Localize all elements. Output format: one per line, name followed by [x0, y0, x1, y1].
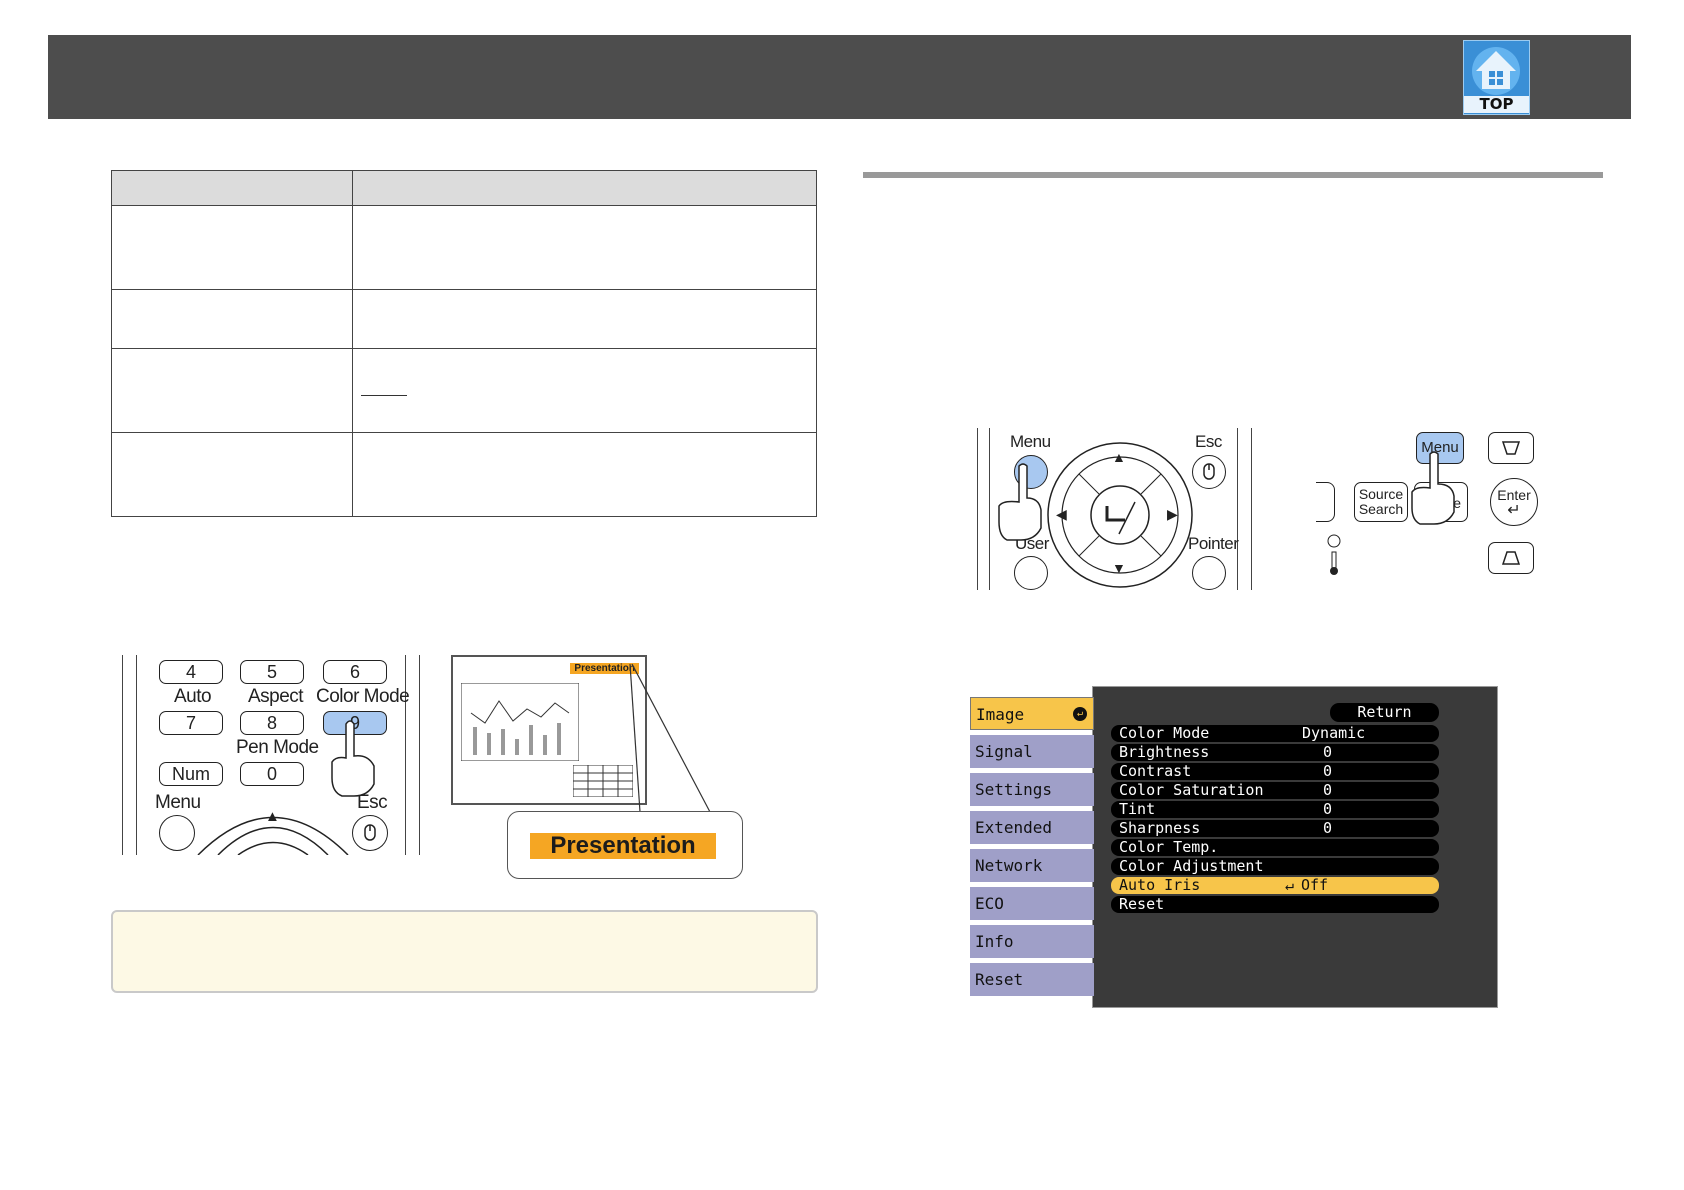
row-name: Color Adjustment	[1119, 857, 1264, 875]
section-divider	[863, 172, 1603, 178]
aspect-label: Aspect	[248, 686, 304, 707]
pointing-hand-icon	[998, 463, 1042, 541]
right-arrow-icon: ▶	[1167, 506, 1178, 522]
projected-screen-preview: Presentation	[451, 655, 647, 805]
row-value: 0	[1323, 762, 1333, 780]
table-header-row	[111, 170, 817, 206]
key-7[interactable]: 7	[159, 711, 223, 735]
key-4[interactable]: 4	[159, 660, 223, 684]
tab-eco[interactable]: ECO	[970, 887, 1094, 920]
key-5[interactable]: 5	[240, 660, 304, 684]
row-value: 0	[1323, 819, 1333, 837]
note-box	[111, 910, 818, 993]
down-arrow-icon: ▼	[1112, 560, 1126, 576]
pointing-hand-icon	[1411, 451, 1455, 525]
key-8[interactable]: 8	[240, 711, 304, 735]
menu-row-reset[interactable]: Reset	[1111, 896, 1439, 913]
enter-label: Enter	[1497, 487, 1531, 503]
return-button[interactable]: Return	[1330, 703, 1439, 722]
row-name: Brightness	[1119, 743, 1210, 761]
row-name: Color Temp.	[1119, 838, 1219, 856]
tab-info[interactable]: Info	[970, 925, 1094, 958]
tab-network[interactable]: Network	[970, 849, 1094, 882]
menu-row-contrast[interactable]: Contrast 0	[1111, 763, 1439, 780]
mouse-icon	[1203, 463, 1215, 480]
menu-row-color-saturation[interactable]: Color Saturation 0	[1111, 782, 1439, 799]
underline-mark	[361, 395, 407, 396]
tab-reset[interactable]: Reset	[970, 963, 1094, 996]
pointer-button[interactable]	[1192, 556, 1226, 590]
row-name: Color Mode	[1119, 724, 1210, 742]
temp-indicator-icon	[1327, 534, 1341, 575]
sample-chart-image	[461, 683, 579, 761]
tab-settings[interactable]: Settings	[970, 773, 1094, 806]
pointer-label: Pointer	[1188, 534, 1239, 553]
keystone-down-icon	[1501, 551, 1521, 565]
menu-row-color-temp[interactable]: Color Temp.	[1111, 839, 1439, 856]
keystone-down-button[interactable]	[1488, 542, 1534, 574]
enter-button[interactable]: Enter ↵	[1490, 478, 1538, 526]
esc-button-right[interactable]	[1192, 455, 1226, 489]
callout-label: Presentation	[530, 833, 716, 859]
menu-row-brightness[interactable]: Brightness 0	[1111, 744, 1439, 761]
top-button[interactable]: TOP	[1463, 40, 1530, 115]
row-value: 0	[1323, 800, 1333, 818]
pen-mode-label: Pen Mode	[236, 737, 319, 758]
header-bar	[48, 35, 1631, 119]
row-name: Color Saturation	[1119, 781, 1264, 799]
menu-button[interactable]	[159, 815, 195, 851]
color-mode-table	[111, 170, 817, 517]
search-label: Search	[1358, 501, 1404, 517]
key-num[interactable]: Num	[159, 762, 223, 786]
color-mode-callout: Presentation	[507, 811, 743, 879]
color-mode-label: Color Mode	[316, 686, 410, 707]
row-name: Auto Iris	[1119, 876, 1201, 894]
source-label: Source	[1358, 486, 1404, 502]
table-row	[111, 205, 817, 290]
left-arrow-icon: ◀	[1056, 506, 1067, 522]
user-button[interactable]	[1014, 556, 1048, 590]
keystone-up-icon	[1501, 441, 1521, 455]
table-row	[111, 432, 817, 517]
up-arrow-icon: ▲	[265, 808, 280, 825]
row-value: Dynamic	[1302, 724, 1366, 742]
callout-pointer-lines	[629, 663, 711, 813]
enter-icon: ↵	[1507, 502, 1521, 519]
home-icon	[1472, 47, 1520, 95]
row-name: Reset	[1119, 895, 1165, 913]
menu-row-color-mode[interactable]: Color Mode Dynamic	[1111, 725, 1439, 742]
tab-image[interactable]: Image ↵	[970, 697, 1094, 730]
tab-label: Image	[976, 705, 1025, 724]
row-value: 0	[1323, 781, 1333, 799]
panel-button-partial[interactable]	[1316, 482, 1335, 522]
esc-label-right: Esc	[1195, 432, 1222, 451]
source-search-button[interactable]: Source Search	[1354, 482, 1408, 522]
row-value: Off	[1301, 876, 1329, 894]
menu-row-sharpness[interactable]: Sharpness 0	[1111, 820, 1439, 837]
enter-icon: ↵	[1285, 876, 1295, 894]
auto-label: Auto	[174, 686, 212, 707]
enter-icon: ↵	[1073, 707, 1087, 721]
key-6[interactable]: 6	[323, 660, 387, 684]
row-value: 0	[1323, 743, 1333, 761]
row-name: Contrast	[1119, 762, 1192, 780]
menu-row-auto-iris[interactable]: Auto Iris ↵ Off	[1111, 877, 1439, 894]
key-0[interactable]: 0	[240, 762, 304, 786]
tab-signal[interactable]: Signal	[970, 735, 1094, 768]
row-name: Sharpness	[1119, 819, 1201, 837]
menu-row-tint[interactable]: Tint 0	[1111, 801, 1439, 818]
keystone-up-button[interactable]	[1488, 432, 1534, 464]
mouse-icon	[364, 824, 376, 841]
pointing-hand-icon	[331, 720, 375, 797]
menu-row-color-adjustment[interactable]: Color Adjustment	[1111, 858, 1439, 875]
tab-extended[interactable]: Extended	[970, 811, 1094, 844]
esc-button[interactable]	[352, 815, 388, 851]
up-arrow-icon: ▲	[1112, 449, 1126, 465]
top-label: TOP	[1464, 96, 1529, 113]
table-row	[111, 289, 817, 349]
table-row	[111, 348, 817, 433]
row-name: Tint	[1119, 800, 1156, 818]
